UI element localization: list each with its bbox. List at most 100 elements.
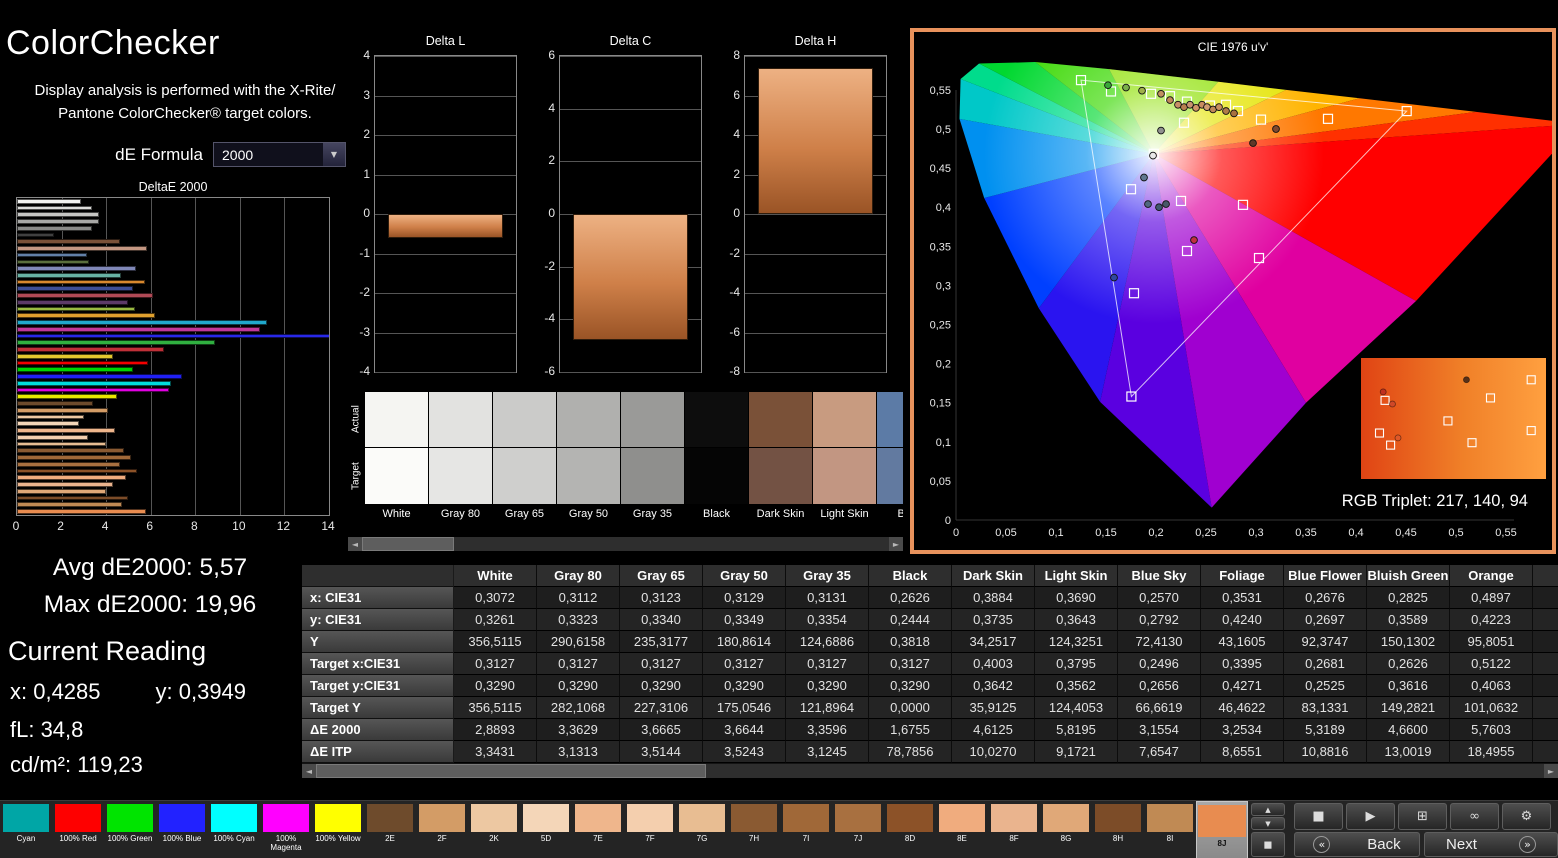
de-bar [17,266,136,271]
patch-column[interactable]: Gray 65 [493,392,556,520]
gridline [745,293,886,294]
toolbar-swatch-7j[interactable]: 7J [832,801,884,858]
toolbar-swatch-8g[interactable]: 8G [1040,801,1092,858]
de-formula-select[interactable]: 2000 ▼ [213,142,346,167]
continuous-measure-button[interactable]: ∞ [1450,803,1499,830]
patch-column[interactable]: Black [685,392,748,520]
patch-column[interactable]: Gray 50 [557,392,620,520]
scroll-left-icon[interactable]: ◄ [302,764,316,778]
gridline [745,253,886,255]
current-reading-label: Current Reading [8,636,207,666]
delta-bar [572,214,689,341]
axis-tick-label: -1 [359,245,370,260]
swatch-label: 7F [645,834,655,843]
play-button[interactable]: ▶ [1346,803,1395,830]
infinity-icon: ∞ [1469,809,1480,824]
next-button[interactable]: Next » [1424,832,1558,857]
table-cell: 0,3354 [786,609,869,631]
colorchecker-window: ColorChecker Display analysis is perform… [0,0,1558,858]
y-axis-tick-label: 0,05 [930,476,951,488]
toolbar-swatch-2e[interactable]: 2E [364,801,416,858]
table-cell: 13,0019 [1367,741,1450,763]
toolbar-swatch-8i[interactable]: 8I [1144,801,1196,858]
toolbar-swatch-8e[interactable]: 8E [936,801,988,858]
axis-tick-label: -2 [729,245,740,260]
measurement-marker [1140,173,1148,182]
table-header-cell: Blue Flower [1284,565,1367,587]
scroll-right-icon[interactable]: ► [889,537,903,551]
patch-column[interactable]: Light Skin [813,392,876,520]
toolbar-swatch-8d[interactable]: 8D [884,801,936,858]
swatch-color [939,804,985,832]
patch-actual-swatch [749,392,812,447]
patch-column[interactable]: Gray 80 [429,392,492,520]
table-cell: 0,3127 [786,653,869,675]
table-cell: 0,4240 [1201,609,1284,631]
patch-column[interactable]: Blue [877,392,903,520]
settings-button[interactable]: ⚙ [1502,803,1551,830]
de-bar [17,380,171,386]
scrollbar-thumb[interactable] [362,537,454,551]
axis-tick-label: 8 [733,48,740,62]
patch-column[interactable]: White [365,392,428,520]
patch-target-swatch [365,448,428,504]
table-cell: 0,2626 [1367,653,1450,675]
toolbar-swatch-8f[interactable]: 8F [988,801,1040,858]
patch-actual-swatch [365,392,428,447]
de-bar [17,320,267,325]
toolbar-swatch-cyan[interactable]: Cyan [0,801,52,858]
toolbar-swatch-100-green[interactable]: 100% Green [104,801,156,858]
toolbar-swatch-100-red[interactable]: 100% Red [52,801,104,858]
scrollbar-track[interactable] [316,764,1544,778]
patch-column[interactable]: Dark Skin [749,392,812,520]
de-bar [17,252,88,258]
toolbar-swatch-5d[interactable]: 5D [520,801,572,858]
table-row-label: Y [302,631,454,653]
toolbar-swatch-7e[interactable]: 7E [572,801,624,858]
table-header-cell: Pur [1533,565,1558,587]
toolbar-swatch-2f[interactable]: 2F [416,801,468,858]
table-cell: 0,3123 [620,587,703,609]
spin-down-button[interactable]: ▼ [1251,817,1285,830]
swatch-label: 5D [540,834,552,843]
table-cell: 0,1 [1533,675,1558,697]
toolbar-swatch-100-yellow[interactable]: 100% Yellow [312,801,364,858]
y-axis-tick-label: 0,1 [936,437,951,449]
table-cell: 0,3290 [869,675,952,697]
toolbar-swatch-7h[interactable]: 7H [728,801,780,858]
table-cell: 0,3290 [537,675,620,697]
toolbar-swatch-7i[interactable]: 7I [780,801,832,858]
toolbar-swatch-7g[interactable]: 7G [676,801,728,858]
inset-measurement-marker [1379,388,1387,396]
toolbar-swatch-100-blue[interactable]: 100% Blue [156,801,208,858]
table-row: Target y:CIE31 0,3290 0,3290 0,3290 0,3290 0,… [302,675,1558,697]
capture-button[interactable]: ⊞ [1398,803,1447,830]
table-cell: 51, [1533,631,1558,653]
back-button[interactable]: « Back [1294,832,1420,857]
scroll-right-icon[interactable]: ► [1544,764,1558,778]
toolbar-swatch-8h[interactable]: 8H [1092,801,1144,858]
table-corner-cell [302,565,454,587]
scrollbar-thumb[interactable] [316,764,706,778]
display-mode-button[interactable]: ◼ [1251,832,1285,857]
toolbar-swatch-8j[interactable]: 8J [1196,801,1248,858]
patch-spinner: ▲ ▼ [1251,803,1285,830]
gridline [284,198,286,515]
spin-up-button[interactable]: ▲ [1251,803,1285,816]
patch-column[interactable]: Gray 35 [621,392,684,520]
toolbar-swatch-7f[interactable]: 7F [624,801,676,858]
toolbar-swatch-100-cyan[interactable]: 100% Cyan [208,801,260,858]
table-scrollbar[interactable]: ◄ ► [302,764,1558,778]
patch-label: Gray 50 [568,508,609,520]
table-cell: 0,3690 [1035,587,1118,609]
scrollbar-track[interactable] [362,537,889,551]
cie-diagram-panel: CIE 1976 u'v' 0 0,05 0,1 0,15 0,2 0,25 0,3 0,35… [910,28,1556,554]
stop-button[interactable]: ■ [1294,803,1343,830]
toolbar-swatch-100-magenta[interactable]: 100% Magenta [260,801,312,858]
table-cell: 150,1302 [1367,631,1450,653]
table-cell: 0,4223 [1450,609,1533,631]
de-bar [17,198,82,204]
patch-strip-scrollbar[interactable]: ◄ ► [348,537,903,551]
scroll-left-icon[interactable]: ◄ [348,537,362,551]
toolbar-swatch-2k[interactable]: 2K [468,801,520,858]
